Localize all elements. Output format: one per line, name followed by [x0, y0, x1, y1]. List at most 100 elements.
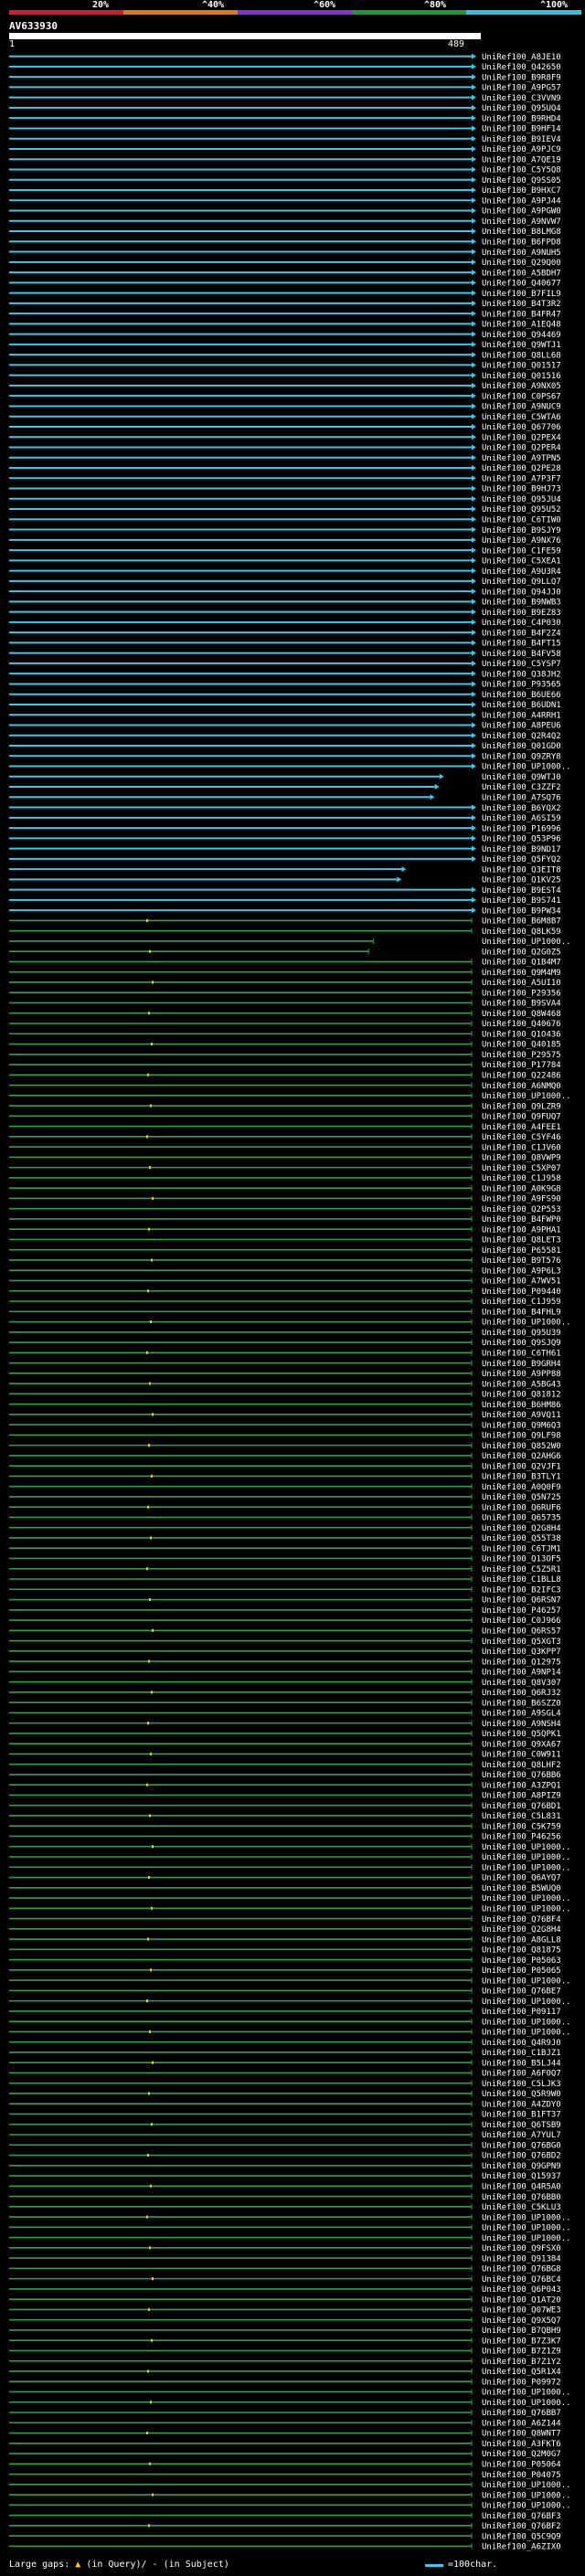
hit-row[interactable]: UniRef100_Q76BC4 — [9, 2275, 561, 2284]
hit-label[interactable]: UniRef100_Q8LET3 — [482, 1236, 561, 1246]
hit-row[interactable]: UniRef100_Q76BF4 — [9, 1915, 561, 1924]
hit-label[interactable]: UniRef100_Q38JH2 — [482, 670, 561, 679]
hit-label[interactable]: UniRef100_Q6RUF6 — [482, 1503, 561, 1512]
hit-label[interactable]: UniRef100_C1J958 — [482, 1174, 561, 1183]
hit-label[interactable]: UniRef100_B4T3R2 — [482, 300, 561, 309]
hit-label[interactable]: UniRef100_A6Z144 — [482, 2419, 561, 2428]
hit-row[interactable]: UniRef100_B8LMG8 — [9, 228, 561, 237]
hit-label[interactable]: UniRef100_Q2G0Z5 — [482, 948, 561, 957]
hit-row[interactable]: UniRef100_Q76BB7 — [9, 2409, 561, 2418]
hit-label[interactable]: UniRef100_B9HXC7 — [482, 186, 561, 196]
hit-label[interactable]: UniRef100_A8PIZ9 — [482, 1792, 561, 1801]
hit-label[interactable]: UniRef100_P17784 — [482, 1061, 561, 1070]
hit-label[interactable]: UniRef100_UP1000.. — [482, 1977, 571, 1986]
hit-row[interactable]: UniRef100_A9FS90 — [9, 1195, 561, 1204]
hit-label[interactable]: UniRef100_C3VVN9 — [482, 94, 561, 103]
hit-row[interactable]: UniRef100_P29575 — [9, 1051, 561, 1060]
hit-label[interactable]: UniRef100_UP1000.. — [482, 1998, 571, 2007]
hit-label[interactable]: UniRef100_Q1AT20 — [482, 2295, 561, 2305]
hit-label[interactable]: UniRef100_B8LMG8 — [482, 228, 561, 237]
hit-row[interactable]: UniRef100_C5KLU3 — [9, 2203, 561, 2212]
hit-row[interactable]: UniRef100_Q95U52 — [9, 505, 561, 514]
hit-label[interactable]: UniRef100_P09440 — [482, 1288, 561, 1297]
hit-row[interactable]: UniRef100_Q55T38 — [9, 1534, 561, 1543]
hit-row[interactable]: UniRef100_Q3KPP7 — [9, 1648, 561, 1657]
hit-row[interactable]: UniRef100_B9RHD4 — [9, 114, 561, 123]
hit-label[interactable]: UniRef100_B7Z1Y2 — [482, 2358, 561, 2367]
hit-label[interactable]: UniRef100_UP1000.. — [482, 2029, 571, 2038]
hit-row[interactable]: UniRef100_P04075 — [9, 2471, 561, 2480]
hit-label[interactable]: UniRef100_C6TJM1 — [482, 1544, 561, 1553]
hit-label[interactable]: UniRef100_B9SVA4 — [482, 1000, 561, 1009]
hit-row[interactable]: UniRef100_A5BDH7 — [9, 269, 561, 278]
hit-label[interactable]: UniRef100_UP1000.. — [482, 1092, 571, 1101]
hit-row[interactable]: UniRef100_Q4R9J0 — [9, 2039, 561, 2048]
hit-label[interactable]: UniRef100_Q2PEX4 — [482, 433, 561, 442]
hit-label[interactable]: UniRef100_UP1000.. — [482, 2491, 571, 2500]
hit-label[interactable]: UniRef100_B6SZZ0 — [482, 1699, 561, 1708]
hit-row[interactable]: UniRef100_Q2PER4 — [9, 444, 561, 453]
hit-label[interactable]: UniRef100_A7SQ76 — [482, 793, 561, 802]
hit-row[interactable]: UniRef100_A4ZDY0 — [9, 2100, 561, 2109]
hit-label[interactable]: UniRef100_Q76BB0 — [482, 2193, 561, 2202]
hit-label[interactable]: UniRef100_A7P3F7 — [482, 474, 561, 483]
hit-row[interactable]: UniRef100_B9HJ73 — [9, 485, 561, 494]
hit-label[interactable]: UniRef100_A0Q0F9 — [482, 1483, 561, 1492]
hit-label[interactable]: UniRef100_UP1000.. — [482, 2481, 571, 2490]
hit-row[interactable]: UniRef100_B7QBH9 — [9, 2327, 561, 2336]
hit-row[interactable]: UniRef100_A7QE19 — [9, 155, 561, 164]
hit-label[interactable]: UniRef100_A9NVW7 — [482, 217, 561, 227]
hit-label[interactable]: UniRef100_P05064 — [482, 2460, 561, 2469]
hit-row[interactable]: UniRef100_Q5FYQ2 — [9, 855, 561, 864]
hit-label[interactable]: UniRef100_P05065 — [482, 1966, 561, 1976]
hit-row[interactable]: UniRef100_Q9M4M9 — [9, 969, 561, 978]
hit-row[interactable]: UniRef100_C5L831 — [9, 1812, 561, 1821]
hit-label[interactable]: UniRef100_Q1O436 — [482, 1030, 561, 1039]
hit-label[interactable]: UniRef100_A0K9G8 — [482, 1184, 561, 1193]
hit-label[interactable]: UniRef100_Q8VWP9 — [482, 1154, 561, 1163]
hit-label[interactable]: UniRef100_B9T576 — [482, 1256, 561, 1266]
hit-label[interactable]: UniRef100_A6SI59 — [482, 814, 561, 823]
hit-label[interactable]: UniRef100_A8GLL8 — [482, 1935, 561, 1945]
hit-row[interactable]: UniRef100_Q65735 — [9, 1514, 561, 1523]
hit-label[interactable]: UniRef100_Q9XA67 — [482, 1740, 561, 1749]
hit-row[interactable]: UniRef100_P65581 — [9, 1246, 561, 1256]
hit-label[interactable]: UniRef100_P05063 — [482, 1956, 561, 1966]
hit-label[interactable]: UniRef100_B6FPD8 — [482, 238, 561, 247]
hit-label[interactable]: UniRef100_Q94469 — [482, 331, 561, 340]
hit-row[interactable]: UniRef100_B9EZ83 — [9, 609, 561, 618]
hit-row[interactable]: UniRef100_A3ZPQ1 — [9, 1781, 561, 1790]
hit-label[interactable]: UniRef100_C5WTA6 — [482, 413, 561, 422]
hit-label[interactable]: UniRef100_Q9WTJ0 — [482, 773, 561, 782]
hit-label[interactable]: UniRef100_A1EQ48 — [482, 321, 561, 330]
hit-row[interactable]: UniRef100_Q76BG8 — [9, 2265, 561, 2274]
hit-label[interactable]: UniRef100_B7FIL9 — [482, 290, 561, 299]
hit-label[interactable]: UniRef100_Q2P553 — [482, 1205, 561, 1214]
hit-row[interactable]: UniRef100_Q2P553 — [9, 1205, 561, 1214]
hit-label[interactable]: UniRef100_UP1000.. — [482, 1863, 571, 1872]
hit-label[interactable]: UniRef100_B9IEV4 — [482, 135, 561, 144]
hit-label[interactable]: UniRef100_Q1B4M7 — [482, 959, 561, 968]
hit-row[interactable]: UniRef100_Q8WNT7 — [9, 2430, 561, 2439]
hit-row[interactable]: UniRef100_Q15937 — [9, 2172, 561, 2181]
hit-label[interactable]: UniRef100_UP1000.. — [482, 1853, 571, 1862]
hit-label[interactable]: UniRef100_Q9FUQ7 — [482, 1113, 561, 1122]
hit-row[interactable]: UniRef100_A9PJC9 — [9, 145, 561, 154]
hit-label[interactable]: UniRef100_B9EZ83 — [482, 609, 561, 618]
hit-label[interactable]: UniRef100_UP1000.. — [482, 2234, 571, 2243]
hit-row[interactable]: UniRef100_B4FHL9 — [9, 1308, 561, 1317]
hit-label[interactable]: UniRef100_Q40185 — [482, 1041, 561, 1050]
hit-label[interactable]: UniRef100_A9NX76 — [482, 536, 561, 546]
hit-label[interactable]: UniRef100_Q95U39 — [482, 1329, 561, 1338]
hit-row[interactable]: UniRef100_Q22486 — [9, 1071, 561, 1080]
hit-row[interactable]: UniRef100_A9U3R4 — [9, 567, 561, 577]
hit-label[interactable]: UniRef100_Q40677 — [482, 280, 561, 289]
hit-label[interactable]: UniRef100_Q01516 — [482, 372, 561, 381]
hit-row[interactable]: UniRef100_B3TLY1 — [9, 1473, 561, 1482]
hit-label[interactable]: UniRef100_Q76BD1 — [482, 1802, 561, 1811]
hit-row[interactable]: UniRef100_C0PS67 — [9, 392, 561, 401]
hit-label[interactable]: UniRef100_B7QBH9 — [482, 2327, 561, 2336]
hit-row[interactable]: UniRef100_Q9ZRY8 — [9, 752, 561, 761]
hit-label[interactable]: UniRef100_Q9ZRY8 — [482, 752, 561, 761]
hit-row[interactable]: UniRef100_Q5C9Q9 — [9, 2532, 561, 2541]
